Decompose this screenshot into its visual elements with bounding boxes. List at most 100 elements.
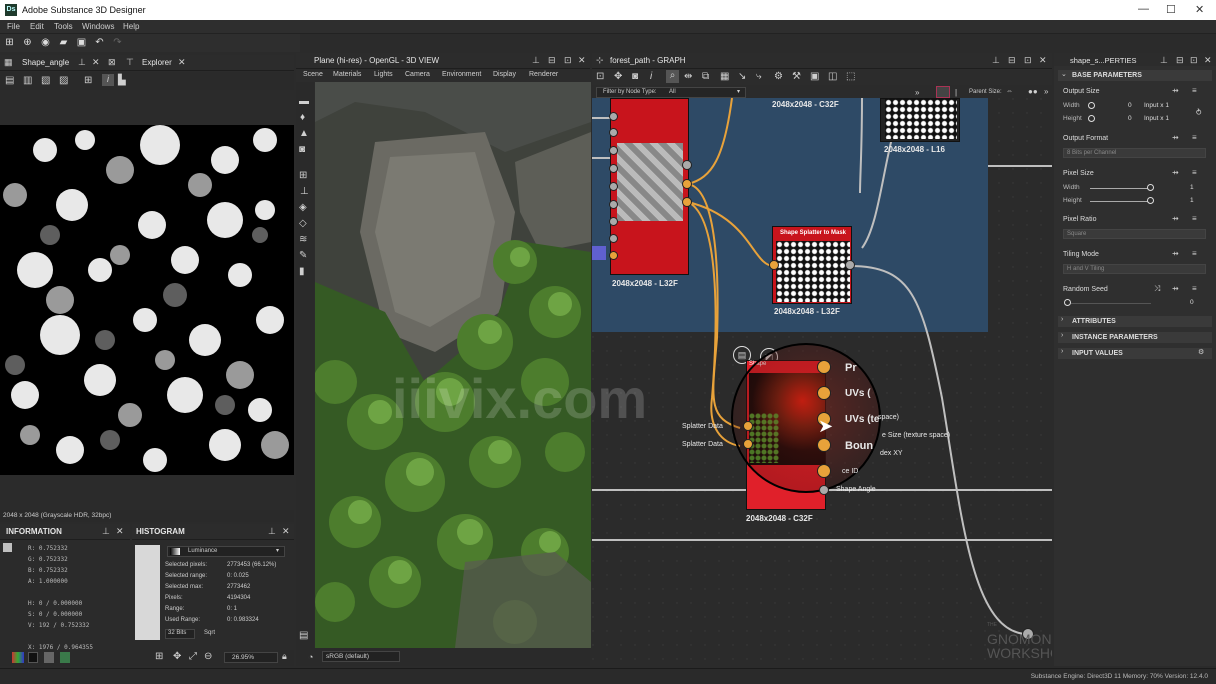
view3d-menu-renderer[interactable]: Renderer <box>529 71 558 78</box>
node-shape-splatter-to-mask[interactable]: Shape Splatter to Mask <box>772 226 852 304</box>
graph-pin-icon[interactable]: ⊥ <box>992 55 1000 66</box>
input-values-section[interactable]: INPUT VALUES <box>1058 348 1212 359</box>
channels-rgb-icon[interactable] <box>12 652 24 663</box>
channel-select[interactable]: Luminance ▾ <box>167 546 285 557</box>
grid-snap-icon[interactable]: ▦ <box>720 71 729 82</box>
save-image-icon[interactable]: ▤ <box>5 75 14 86</box>
input-pin[interactable] <box>609 112 618 121</box>
ratio-lock-icon[interactable]: ⥁ <box>1196 108 1201 117</box>
pixel-ratio-select[interactable]: Square <box>1063 229 1206 239</box>
instance-parameters-section[interactable]: INSTANCE PARAMETERS <box>1058 332 1212 343</box>
ps-width-knob[interactable] <box>1147 184 1154 191</box>
node5-input-pin[interactable] <box>743 439 753 449</box>
output-pin[interactable] <box>817 386 831 400</box>
node-shape-splatter[interactable] <box>610 98 689 275</box>
graph-info-icon[interactable]: i <box>650 71 652 82</box>
grid-icon[interactable]: ⊞ <box>84 75 92 86</box>
pixel-size-link-icon[interactable]: ⇸ <box>1172 168 1179 177</box>
view3d-menu-camera[interactable]: Camera <box>405 71 430 78</box>
seed-menu-icon[interactable]: ≡ <box>1192 284 1197 293</box>
community-icon[interactable]: ◉ <box>40 37 51 48</box>
output-pin[interactable] <box>817 464 831 478</box>
node5-input-pin[interactable] <box>743 421 753 431</box>
zoom-field[interactable]: 26.95% <box>224 652 278 663</box>
output-size-link-icon[interactable]: ⇸ <box>1172 86 1179 95</box>
background-icon[interactable] <box>28 652 38 663</box>
pixel-ratio-menu-icon[interactable]: ≡ <box>1192 214 1197 223</box>
input-pin[interactable] <box>609 217 618 226</box>
fit-icon[interactable]: ⤢ <box>189 651 197 662</box>
info-close-icon[interactable]: ✕ <box>116 526 124 537</box>
view3d-menu-lights[interactable]: Lights <box>374 71 393 78</box>
hist-pin-icon[interactable]: ⊥ <box>268 526 276 537</box>
channels-icon[interactable]: ▨ <box>59 75 68 86</box>
minimize-icon[interactable]: — <box>1138 3 1149 15</box>
tiling-link-icon[interactable]: ⇸ <box>1172 249 1179 258</box>
pin-icon[interactable]: ⊥ <box>78 57 86 68</box>
graph-search-icon[interactable]: ⌕ <box>666 70 679 83</box>
seed-link-icon[interactable]: ⇸ <box>1172 284 1179 293</box>
tools-icon[interactable]: ⚒ <box>792 71 801 82</box>
comment-icon[interactable]: ◫ <box>828 71 837 82</box>
output-pin[interactable] <box>682 160 692 170</box>
light-icon[interactable]: ♦ <box>300 112 305 123</box>
input-values-gear-icon[interactable]: ⚙ <box>1198 348 1204 356</box>
colorspace-select[interactable]: sRGB (default) <box>322 651 400 662</box>
bits-select[interactable]: 32 Bits <box>165 629 195 639</box>
props-float-icon[interactable]: ⊟ <box>1176 55 1184 66</box>
graph-close-icon[interactable]: ✕ <box>1039 55 1047 66</box>
menu-windows[interactable]: Windows <box>82 22 114 31</box>
stats-icon[interactable]: ▮ <box>299 266 305 277</box>
close-icon[interactable]: ✕ <box>1195 3 1204 16</box>
output-pin[interactable] <box>682 179 692 189</box>
node4-output-pin[interactable] <box>845 260 855 270</box>
zoom-out-icon[interactable]: ⊖ <box>204 651 212 662</box>
image-viewport[interactable] <box>0 125 294 475</box>
output-pin[interactable] <box>682 197 692 207</box>
input-pin[interactable] <box>609 128 618 137</box>
graph-more-icon[interactable]: » <box>1044 87 1048 96</box>
output-pin[interactable] <box>819 485 829 495</box>
settings-icon[interactable]: ⚙ <box>774 71 783 82</box>
ps-height-slider[interactable] <box>1090 201 1150 202</box>
frame-all-icon[interactable]: ⊡ <box>596 71 604 82</box>
output-format-select[interactable]: 8 Bits per Channel <box>1063 148 1206 158</box>
props-close-icon[interactable]: ✕ <box>1204 55 1212 66</box>
seed-slider[interactable] <box>1071 303 1151 304</box>
screenshot-icon[interactable]: ◙ <box>299 144 305 155</box>
seed-knob[interactable] <box>1064 299 1071 306</box>
layers-icon[interactable]: ≋ <box>299 234 307 245</box>
sqrt-toggle[interactable]: Sqrt <box>204 630 215 636</box>
axis-icon[interactable]: ⊥ <box>300 186 309 197</box>
close-tab-icon[interactable]: ✕ <box>92 57 100 68</box>
grid-toggle-icon[interactable]: ⊞ <box>155 651 163 662</box>
camera-icon[interactable]: ▬ <box>299 96 309 107</box>
grid-3d-icon[interactable]: ⊞ <box>299 170 307 181</box>
output-size-menu-icon[interactable]: ≡ <box>1192 86 1197 95</box>
view3d-float-icon[interactable]: ⊟ <box>548 55 556 66</box>
graph-float-icon[interactable]: ⊟ <box>1008 55 1016 66</box>
pixel-ratio-link-icon[interactable]: ⇸ <box>1172 214 1179 223</box>
ps-width-slider[interactable] <box>1090 188 1150 189</box>
open-icon[interactable]: ▰ <box>58 37 69 48</box>
hist-close-icon[interactable]: ✕ <box>282 526 290 537</box>
input-pin[interactable] <box>609 251 618 260</box>
pick-icon[interactable]: ✥ <box>173 651 181 662</box>
attributes-section[interactable]: ATTRIBUTES <box>1058 316 1212 327</box>
align-icon[interactable]: ⇹ <box>684 71 692 82</box>
view3d-viewport[interactable] <box>315 82 591 648</box>
save-all-icon[interactable]: ▣ <box>76 37 87 48</box>
props-max-icon[interactable]: ⊡ <box>1190 55 1198 66</box>
paint-icon[interactable]: ✎ <box>299 250 307 261</box>
cube-icon[interactable]: ◈ <box>299 202 307 213</box>
pixel-size-menu-icon[interactable]: ≡ <box>1192 168 1197 177</box>
input-pin[interactable] <box>609 164 618 173</box>
new-package-icon[interactable]: ⊕ <box>22 37 33 48</box>
view3d-menu-environment[interactable]: Environment <box>442 71 481 78</box>
export-3d-icon[interactable]: ▤ <box>299 630 308 641</box>
new-graph-icon[interactable]: ⊞ <box>4 37 15 48</box>
view3d-max-icon[interactable]: ⊡ <box>564 55 572 66</box>
props-pin-icon[interactable]: ⊥ <box>1160 55 1168 66</box>
height-knob[interactable] <box>1088 115 1095 122</box>
export-graph-icon[interactable]: ▣ <box>810 71 819 82</box>
